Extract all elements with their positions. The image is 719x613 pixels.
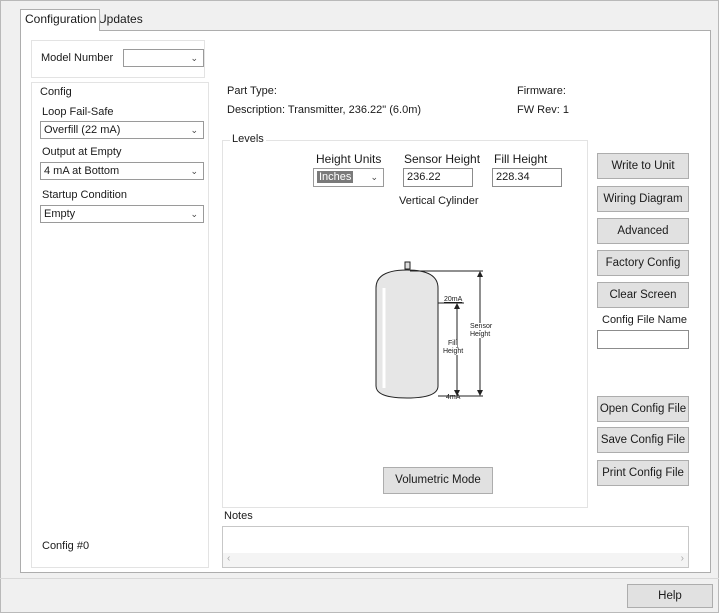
height-units-value: Inches <box>317 171 354 183</box>
open-config-file-button[interactable]: Open Config File <box>597 396 689 422</box>
diagram-4ma-label: 4mA <box>446 394 461 401</box>
diagram-fill-label: Fill <box>448 340 457 347</box>
fill-height-input[interactable]: 228.34 <box>492 168 562 187</box>
tab-configuration[interactable]: Configuration <box>20 9 100 31</box>
notes-label: Notes <box>224 510 253 522</box>
config-file-name-label: Config File Name <box>602 314 687 326</box>
levels-title: Levels <box>230 133 266 145</box>
startup-condition-value: Empty <box>44 208 76 220</box>
diagram-sensor-label: Sensor <box>470 323 493 330</box>
write-to-unit-button[interactable]: Write to Unit <box>597 153 689 179</box>
diagram-20ma-label: 20mA <box>444 296 463 303</box>
tab-updates[interactable]: Updates <box>94 10 152 29</box>
vessel-shape-label: Vertical Cylinder <box>399 195 479 207</box>
sensor-height-input[interactable]: 236.22 <box>403 168 473 187</box>
advanced-button[interactable]: Advanced <box>597 218 689 244</box>
model-number-label: Model Number <box>41 52 114 64</box>
sensor-height-label: Sensor Height <box>404 152 481 166</box>
chevron-down-icon: ⌄ <box>190 125 198 135</box>
wiring-diagram-button[interactable]: Wiring Diagram <box>597 186 689 212</box>
config-number: Config #0 <box>42 540 90 552</box>
diagram-fill-height-label: Height <box>443 348 464 355</box>
scroll-right-icon[interactable]: › <box>681 553 684 564</box>
startup-condition-label: Startup Condition <box>42 189 127 201</box>
output-at-empty-select[interactable]: 4 mA at Bottom ⌄ <box>40 162 204 180</box>
chevron-down-icon: ⌄ <box>190 53 198 63</box>
chevron-down-icon: ⌄ <box>190 166 198 176</box>
print-config-file-button[interactable]: Print Config File <box>597 460 689 486</box>
output-at-empty-value: 4 mA at Bottom <box>44 165 120 177</box>
notes-textarea[interactable]: ‹ › <box>222 526 689 568</box>
fill-height-label: Fill Height <box>494 152 548 166</box>
model-number-select[interactable]: ⌄ <box>123 49 204 67</box>
part-type: Part Type: <box>227 85 277 97</box>
bottom-divider <box>0 578 719 579</box>
save-config-file-button[interactable]: Save Config File <box>597 427 689 453</box>
chevron-down-icon: ⌄ <box>370 172 378 182</box>
scroll-left-icon[interactable]: ‹ <box>227 553 230 564</box>
height-units-label: Height Units <box>316 152 382 166</box>
clear-screen-button[interactable]: Clear Screen <box>597 282 689 308</box>
loop-failsafe-value: Overfill (22 mA) <box>44 124 121 136</box>
help-button[interactable]: Help <box>627 584 713 608</box>
config-file-name-input[interactable] <box>597 330 689 349</box>
notes-horizontal-scrollbar[interactable]: ‹ › <box>223 553 688 567</box>
startup-condition-select[interactable]: Empty ⌄ <box>40 205 204 223</box>
diagram-sensor-height-label: Height <box>470 331 491 338</box>
output-at-empty-label: Output at Empty <box>42 146 122 158</box>
chevron-down-icon: ⌄ <box>190 209 198 219</box>
loop-failsafe-select[interactable]: Overfill (22 mA) ⌄ <box>40 121 204 139</box>
firmware: Firmware: <box>517 85 566 97</box>
loop-failsafe-label: Loop Fail-Safe <box>42 106 114 118</box>
description: Description: Transmitter, 236.22" (6.0m) <box>227 104 422 116</box>
fw-rev: FW Rev: 1 <box>517 104 569 116</box>
height-units-select[interactable]: Inches ⌄ <box>313 168 384 187</box>
volumetric-mode-button[interactable]: Volumetric Mode <box>383 467 493 494</box>
factory-config-button[interactable]: Factory Config <box>597 250 689 276</box>
config-title: Config <box>40 86 72 98</box>
